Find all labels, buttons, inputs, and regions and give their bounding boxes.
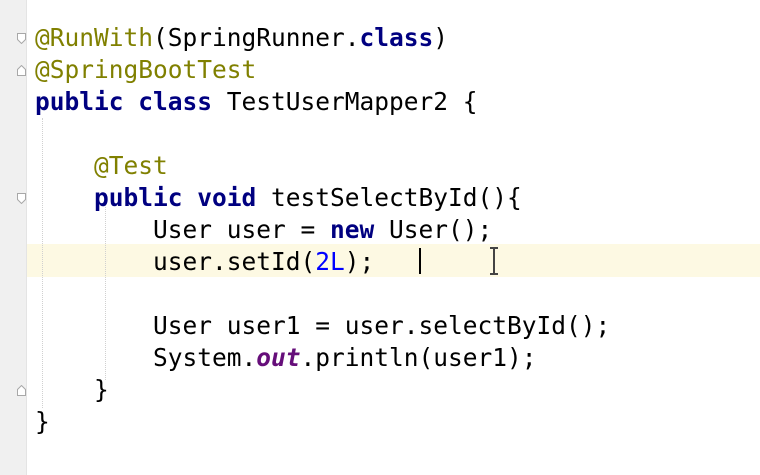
code-token: @SpringBootTest	[35, 55, 257, 84]
code-token: (SpringRunner.	[153, 23, 360, 52]
code-line-6[interactable]: public void testSelectById(){	[35, 182, 522, 214]
code-token: testSelectById(){	[271, 183, 522, 212]
code-line-12[interactable]: }	[35, 374, 109, 406]
code-token: User user =	[35, 215, 331, 244]
code-token: out	[256, 343, 301, 372]
code-token: TestUserMapper2 {	[226, 87, 478, 116]
fold-end-icon[interactable]	[17, 385, 26, 396]
code-line-5[interactable]: @Test	[35, 150, 168, 182]
code-token: )	[433, 23, 449, 52]
fold-open-icon[interactable]	[17, 193, 26, 204]
code-token: @Test	[94, 151, 168, 180]
code-token: );	[344, 247, 375, 276]
code-line-10[interactable]: User user1 = user.selectById();	[35, 310, 610, 342]
code-token: new	[330, 215, 390, 244]
code-line-7[interactable]: User user = new User();	[35, 214, 492, 246]
code-editor[interactable]: @RunWith(SpringRunner.class) @SpringBootT…	[0, 0, 760, 475]
ibeam-cursor-icon	[487, 247, 501, 275]
code-token: class	[359, 23, 434, 52]
code-token: @RunWith	[35, 23, 154, 52]
code-token: .println(user1);	[300, 343, 537, 372]
fold-end-icon[interactable]	[17, 65, 26, 76]
code-token: User();	[389, 215, 493, 244]
fold-open-icon[interactable]	[17, 33, 26, 44]
code-token: user.setId(	[35, 247, 316, 276]
code-token: }	[35, 407, 50, 436]
code-line-3[interactable]: public class TestUserMapper2 {	[35, 86, 478, 118]
code-token: public void	[94, 183, 272, 212]
code-token: User user1 = user.selectById();	[35, 311, 611, 340]
editor-gutter	[0, 0, 27, 475]
code-token: public class	[35, 87, 227, 116]
code-line-1[interactable]: @RunWith(SpringRunner.class)	[35, 22, 448, 54]
code-line-2[interactable]: @SpringBootTest	[35, 54, 256, 86]
code-token: System.	[35, 343, 257, 372]
code-token: }	[35, 375, 109, 404]
text-caret	[419, 248, 421, 274]
code-line-11[interactable]: System.out.println(user1);	[35, 342, 537, 374]
code-line-8[interactable]: user.setId(2L);	[35, 246, 374, 278]
code-token: 2L	[315, 247, 345, 276]
code-line-13[interactable]: }	[35, 406, 50, 438]
